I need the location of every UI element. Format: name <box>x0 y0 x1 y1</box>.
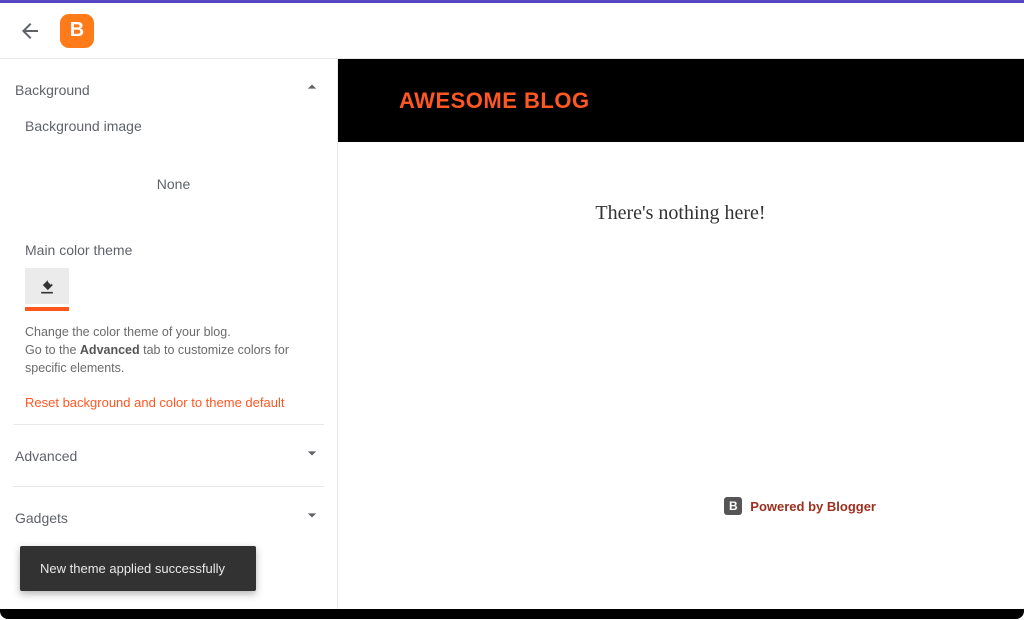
blog-title: AWESOME BLOG <box>399 88 590 114</box>
color-theme-help-text: Change the color theme of your blog. Go … <box>25 311 322 377</box>
background-section-header[interactable]: Background <box>0 59 337 114</box>
empty-message: There's nothing here! <box>337 142 1024 225</box>
blogger-logo[interactable]: B <box>60 14 94 48</box>
reset-background-link[interactable]: Reset background and color to theme defa… <box>0 377 337 424</box>
advanced-section-header[interactable]: Advanced <box>0 425 337 486</box>
chevron-down-icon <box>302 443 322 468</box>
powered-text: Powered by Blogger <box>750 499 876 514</box>
color-theme-swatch[interactable] <box>25 268 69 304</box>
background-image-subsection: Background image None Main color theme C… <box>0 114 337 377</box>
help-line2a: Go to the <box>25 343 80 357</box>
paint-bucket-icon <box>37 276 57 296</box>
help-line1: Change the color theme of your blog. <box>25 325 231 339</box>
main-color-theme-label: Main color theme <box>25 242 322 268</box>
background-image-value[interactable]: None <box>25 156 322 242</box>
help-line2b: Advanced <box>80 343 140 357</box>
bottom-border <box>0 609 1024 619</box>
advanced-title: Advanced <box>15 448 77 464</box>
powered-letter: B <box>729 499 738 513</box>
logo-letter: B <box>70 19 84 42</box>
arrow-left-icon <box>18 19 42 43</box>
blog-preview: AWESOME BLOG There's nothing here! <box>337 59 1024 620</box>
toast-message: New theme applied successfully <box>40 561 225 576</box>
blog-header: AWESOME BLOG <box>337 59 1024 142</box>
back-button[interactable] <box>18 19 42 43</box>
main-container: Background Background image None Main co… <box>0 59 1024 620</box>
chevron-down-icon <box>302 505 322 530</box>
blogger-small-icon: B <box>724 497 742 515</box>
chevron-up-icon <box>302 77 322 102</box>
powered-by-blogger[interactable]: B Powered by Blogger <box>724 497 876 515</box>
toast-notification: New theme applied successfully <box>20 546 256 591</box>
vertical-divider <box>337 58 338 619</box>
gadgets-section-header[interactable]: Gadgets <box>0 487 337 548</box>
gadgets-title: Gadgets <box>15 510 68 526</box>
background-image-label: Background image <box>25 114 322 156</box>
app-header: B <box>0 3 1024 58</box>
sidebar: Background Background image None Main co… <box>0 59 337 620</box>
background-title: Background <box>15 82 90 98</box>
